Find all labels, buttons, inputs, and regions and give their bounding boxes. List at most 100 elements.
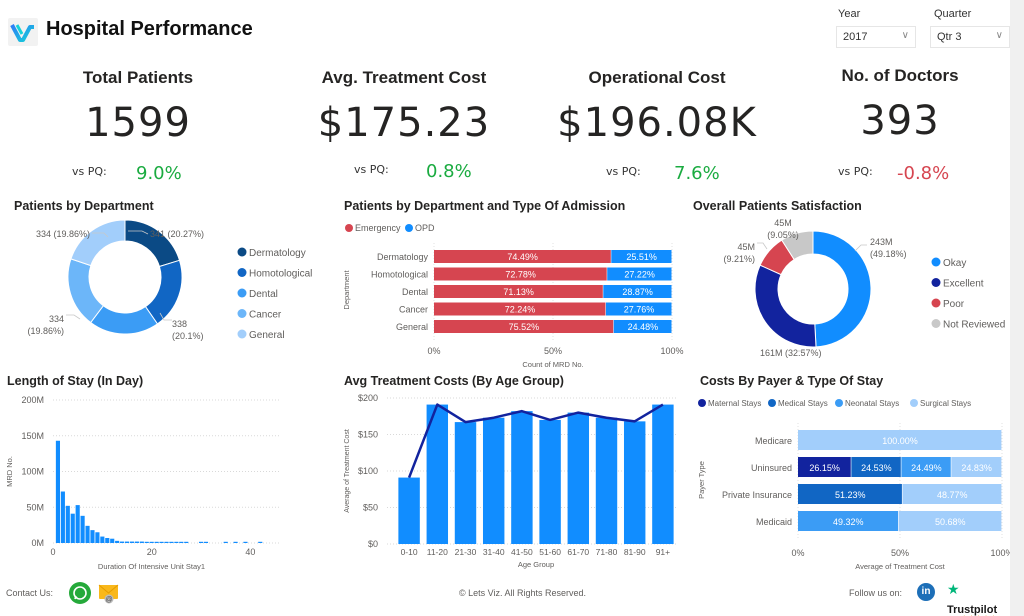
histogram-bar[interactable]	[223, 541, 228, 543]
x-tick-label: 51-60	[539, 547, 561, 557]
bar[interactable]	[482, 417, 505, 544]
y-tick-label: 150M	[21, 431, 44, 441]
kpi-value: $196.08K	[557, 100, 757, 146]
year-dropdown-value: 2017	[843, 31, 868, 43]
bar[interactable]	[539, 419, 561, 544]
legend-label: General	[249, 330, 285, 341]
histogram-bar[interactable]	[184, 541, 189, 543]
y-tick-label: Private Insurance	[722, 490, 792, 500]
legend-label: Poor	[943, 299, 965, 310]
histogram-bar[interactable]	[164, 541, 169, 543]
histogram-bar[interactable]	[169, 541, 174, 543]
bar-data-label: 48.77%	[937, 490, 968, 500]
histogram-bar[interactable]	[105, 537, 110, 543]
patients-by-department-chart[interactable]: 341 (20.27%)338(20.1%)335 (19.92%)334(19…	[0, 215, 330, 365]
contact-label: Contact Us:	[6, 588, 54, 598]
chevron-down-icon: ∨	[995, 30, 1003, 41]
histogram-bar[interactable]	[90, 530, 95, 543]
histogram-bar[interactable]	[55, 440, 61, 543]
histogram-bar[interactable]	[233, 541, 238, 543]
y-tick-label: 200M	[21, 395, 44, 405]
legend-marker	[910, 399, 918, 407]
patient-satisfaction-chart[interactable]: 243M (49.18%) 161M (32.57%) 45M (9.21%) 45M (9…	[685, 215, 1010, 365]
histogram-bar[interactable]	[258, 541, 263, 543]
histogram-bar[interactable]	[198, 541, 204, 543]
bar[interactable]	[398, 477, 420, 544]
legend-label: Medical Stays	[778, 399, 828, 408]
data-label: 334 (19.86%)	[36, 229, 90, 239]
legend-marker	[237, 247, 247, 257]
histogram-bar[interactable]	[203, 541, 209, 543]
histogram-bar[interactable]	[134, 541, 139, 543]
copyright-text: © Lets Viz. All Rights Reserved.	[459, 588, 587, 598]
bar-data-label: 100.00%	[882, 436, 918, 446]
histogram-bar[interactable]	[154, 541, 159, 543]
year-dropdown[interactable]: 2017 ∨	[836, 26, 916, 48]
legend-label: Emergency	[355, 223, 401, 233]
y-axis-title: Department	[342, 269, 351, 309]
histogram-bar[interactable]	[149, 541, 154, 543]
donut-slice-cancer[interactable]	[67, 258, 105, 324]
histogram-bar[interactable]	[120, 541, 125, 543]
histogram-bar[interactable]	[65, 505, 70, 543]
trustpilot-link[interactable]: ★ Trustpilot ★★★★★	[947, 579, 1010, 616]
legend-marker	[931, 298, 941, 308]
y-tick-label: Cancer	[399, 305, 428, 315]
histogram-bar[interactable]	[95, 532, 100, 543]
legend-label: Maternal Stays	[708, 399, 761, 408]
x-tick-label: 61-70	[567, 547, 589, 557]
histogram-bar[interactable]	[100, 536, 105, 543]
bar[interactable]	[567, 412, 590, 544]
donut-slice-okay[interactable]	[812, 230, 872, 348]
email-icon[interactable]: @	[98, 583, 120, 604]
histogram-bar[interactable]	[179, 541, 184, 543]
donut-slice-general[interactable]	[70, 219, 126, 267]
histogram-bar[interactable]	[139, 541, 144, 543]
leader-line	[757, 242, 768, 250]
y-tick-label: $200	[358, 393, 378, 403]
chart-title: Avg Treatment Costs (By Age Group)	[344, 374, 564, 388]
histogram-bar[interactable]	[243, 541, 248, 543]
histogram-bar[interactable]	[60, 491, 65, 543]
x-tick-label: 21-30	[455, 547, 477, 557]
histogram-bar[interactable]	[129, 541, 135, 543]
x-tick-label: 11-20	[427, 547, 448, 557]
length-of-stay-chart[interactable]: 0M 50M 100M 150M 200M 0 20 40 Duration Of Intens…	[0, 388, 300, 578]
chart-title: Length of Stay (In Day)	[7, 374, 144, 388]
bar[interactable]	[511, 411, 533, 544]
bar-data-label: 26.15%	[809, 463, 840, 473]
kpi-title: Total Patients	[82, 68, 194, 87]
x-axis-title: Average of Treatment Cost	[855, 562, 945, 571]
y-tick-label: $100	[358, 466, 378, 476]
histogram-bar[interactable]	[110, 538, 115, 543]
kpi-vs-label: vs PQ:	[354, 163, 389, 176]
department-admission-chart[interactable]: Emergency OPD 0% 50% 100% Count of MRD No. Dep…	[335, 215, 685, 370]
legend-marker	[237, 329, 247, 339]
whatsapp-icon[interactable]	[69, 582, 91, 604]
histogram-bar[interactable]	[174, 541, 179, 543]
donut-slice-dermatology[interactable]	[124, 219, 181, 268]
histogram-bar[interactable]	[70, 513, 75, 543]
y-axis-title: Payer Type	[697, 461, 706, 499]
y-tick-label: 0M	[31, 538, 44, 548]
bar[interactable]	[623, 421, 646, 544]
histogram-bar[interactable]	[75, 505, 80, 543]
histogram-bar[interactable]	[115, 540, 120, 543]
avg-cost-by-age-chart[interactable]: $0 $50 $100 $150 $200 0-10 11-20 21-30 31-40 41-5…	[335, 388, 685, 578]
bar[interactable]	[652, 404, 674, 544]
legend-marker	[237, 288, 247, 298]
histogram-bar[interactable]	[80, 515, 85, 543]
kpi-vs-label: vs PQ:	[838, 165, 873, 178]
histogram-bar[interactable]	[85, 525, 90, 543]
histogram-bar[interactable]	[159, 541, 164, 543]
kpi-value: 1599	[85, 100, 191, 146]
costs-by-payer-chart[interactable]: Maternal Stays Medical Stays Neonatal Stay…	[690, 388, 1010, 578]
quarter-dropdown[interactable]: Qtr 3 ∨	[930, 26, 1010, 48]
bar[interactable]	[595, 417, 618, 544]
histogram-bar[interactable]	[144, 541, 149, 543]
linkedin-icon[interactable]: in	[917, 583, 935, 601]
histogram-bar[interactable]	[124, 541, 130, 543]
kpi-value: $175.23	[317, 100, 491, 146]
bar[interactable]	[454, 422, 477, 544]
donut-slice-excellent[interactable]	[754, 264, 817, 348]
